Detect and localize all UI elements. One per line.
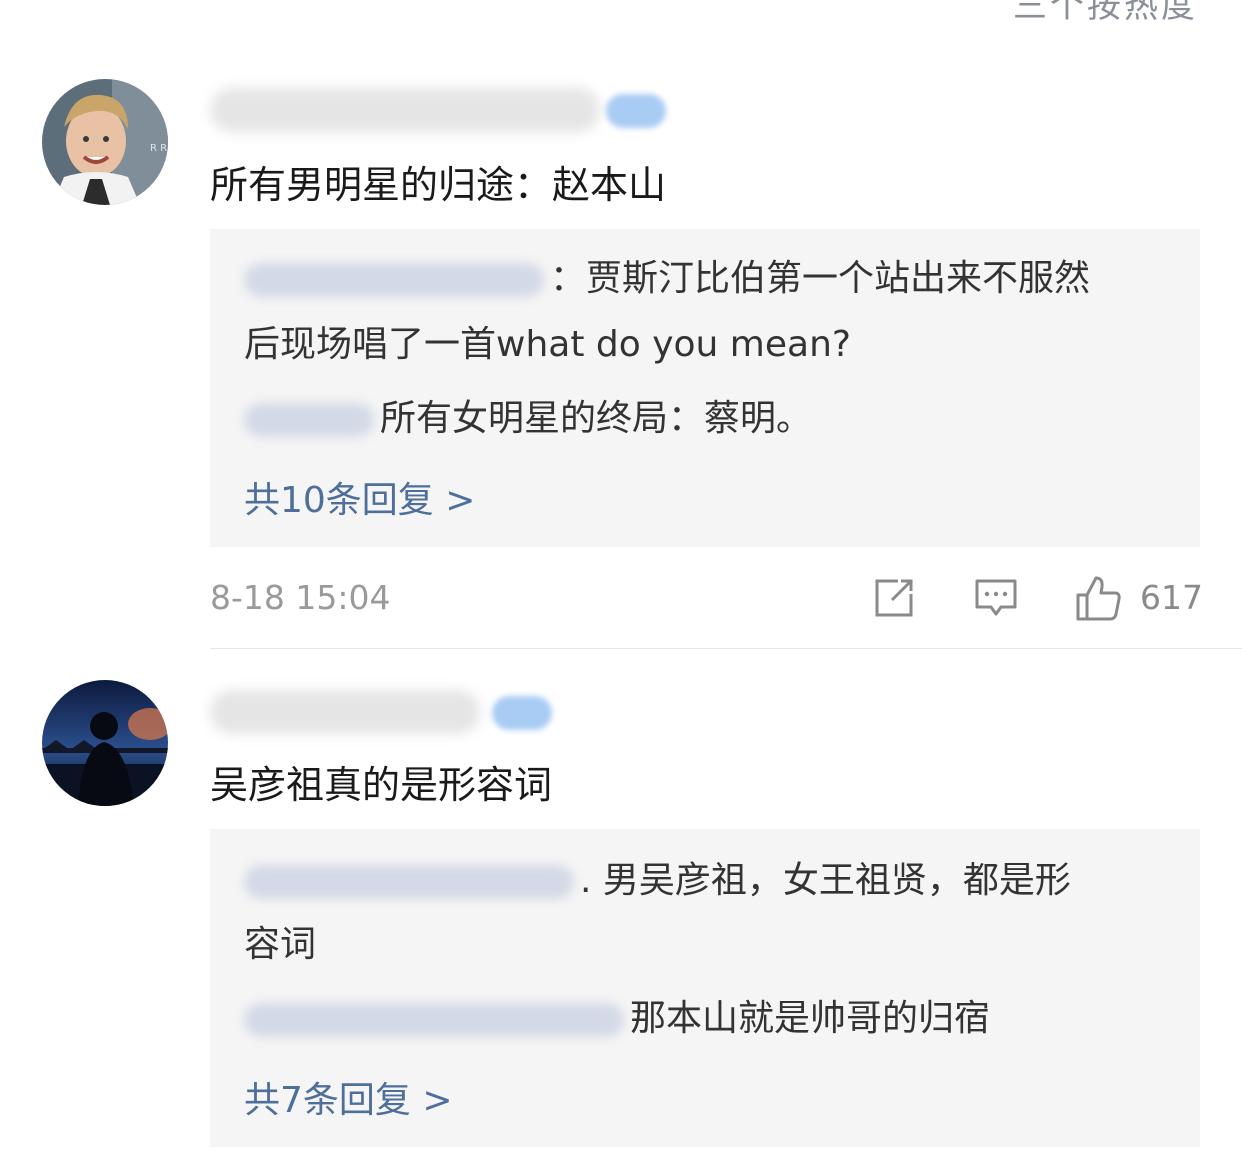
- reply-text: 那本山就是帅哥的归宿: [630, 998, 991, 1039]
- reply-text: . 男吴彦祖，女王祖贤，都是形: [580, 860, 1071, 901]
- svg-text:R R: R R: [150, 143, 167, 154]
- avatar[interactable]: R R: [42, 79, 168, 205]
- sort-toggle[interactable]: 三个按热度: [1013, 0, 1198, 27]
- reply-item[interactable]: 所有女明星的终局：蔡明。: [244, 387, 1170, 451]
- reply-username-blurred[interactable]: [244, 1003, 624, 1037]
- comment-timestamp: 8-18 15:04: [210, 578, 391, 617]
- comment-text: 吴彦祖真的是形容词: [210, 763, 553, 807]
- reply-username-blurred[interactable]: [244, 865, 574, 899]
- reply-text-continued: 容词: [244, 924, 317, 965]
- divider: [210, 648, 1242, 649]
- reply-username-blurred[interactable]: [244, 403, 374, 437]
- reply-text-continued: 后现场唱了一首what do you mean?: [244, 324, 851, 365]
- repost-icon[interactable]: [872, 576, 916, 620]
- vip-badge: [606, 94, 666, 128]
- view-all-replies-link[interactable]: 共7条回复 >: [244, 1071, 453, 1123]
- reply-text: ：贾斯汀比伯第一个站出来不服然: [550, 258, 1091, 299]
- like-count: 617: [1140, 578, 1203, 617]
- reply-text: 所有女明星的终局：蔡明。: [380, 398, 813, 439]
- reply-preview-box[interactable]: . 男吴彦祖，女王祖贤，都是形 容词 那本山就是帅哥的归宿 共7条回复 >: [210, 829, 1200, 1147]
- avatar[interactable]: [42, 680, 168, 806]
- reply-username-blurred[interactable]: [244, 263, 544, 297]
- reply-item[interactable]: 那本山就是帅哥的归宿: [244, 987, 1170, 1051]
- reply-preview-box[interactable]: ：贾斯汀比伯第一个站出来不服然 后现场唱了一首what do you mean?…: [210, 229, 1200, 547]
- username-blurred[interactable]: [210, 690, 480, 734]
- view-all-replies-link[interactable]: 共10条回复 >: [244, 471, 475, 523]
- like-icon[interactable]: [1074, 574, 1122, 622]
- reply-item[interactable]: ：贾斯汀比伯第一个站出来不服然: [244, 247, 1170, 311]
- comment-text: 所有男明星的归途：赵本山: [210, 163, 667, 207]
- comment-icon[interactable]: [974, 576, 1018, 620]
- vip-badge: [492, 696, 552, 730]
- username-blurred[interactable]: [210, 88, 600, 132]
- reply-item[interactable]: . 男吴彦祖，女王祖贤，都是形: [244, 849, 1170, 913]
